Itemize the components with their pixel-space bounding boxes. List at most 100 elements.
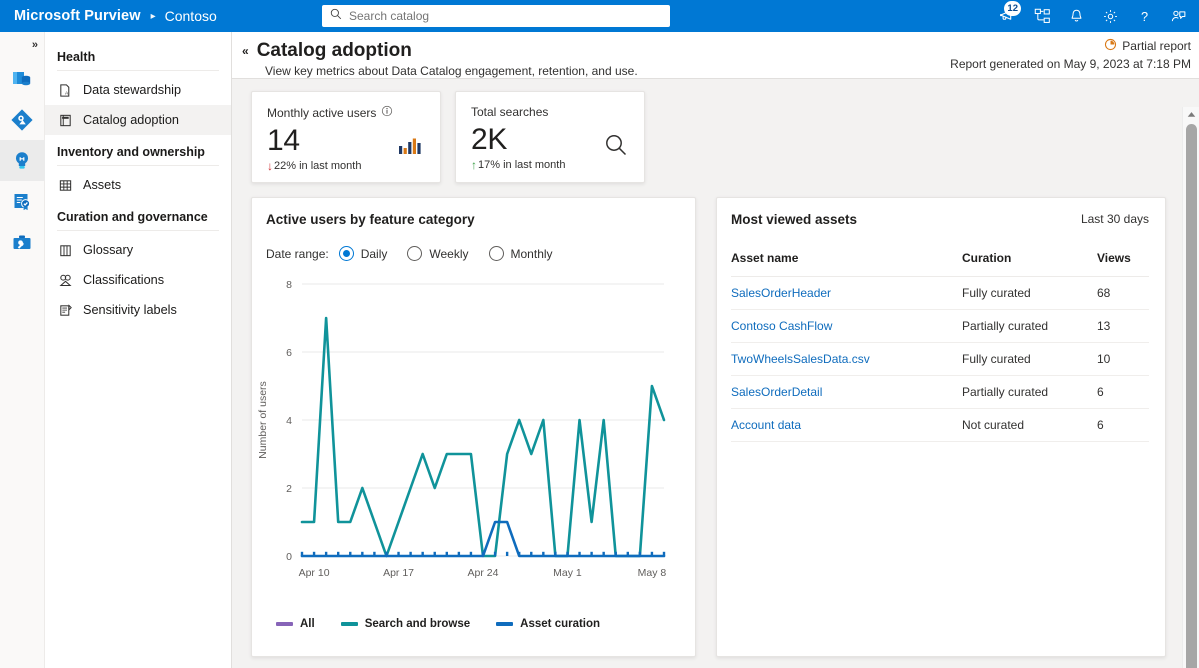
vertical-scrollbar[interactable] (1182, 107, 1199, 668)
page-header: « Catalog adoption View key metrics abou… (232, 32, 1199, 78)
legend-item-asset-curation[interactable]: Asset curation (496, 618, 600, 630)
svg-text:Apr 24: Apr 24 (468, 567, 499, 579)
search-input[interactable] (349, 9, 662, 23)
radio-daily[interactable]: Daily (339, 246, 388, 261)
data-map-icon[interactable] (1025, 0, 1059, 32)
asset-link[interactable]: Account data (731, 418, 801, 432)
cell-asset-name: Account data (731, 409, 962, 442)
cell-asset-name: Contoso CashFlow (731, 310, 962, 343)
table-row: Account dataNot curated6 (731, 409, 1149, 442)
line-chart[interactable]: 02468Number of usersApr 10Apr 17Apr 24Ma… (252, 272, 695, 607)
sidebar-item-sensitivity-labels[interactable]: Sensitivity labels (45, 295, 231, 325)
dashboard-content: Monthly active users 14 ↓ 22% in last mo… (232, 79, 1199, 668)
nav-divider (57, 70, 219, 71)
brand-title[interactable]: Microsoft Purview (0, 8, 141, 24)
column-header-curation[interactable]: Curation (962, 251, 1097, 277)
svg-text:Apr 17: Apr 17 (383, 567, 414, 579)
notifications-bell-icon[interactable] (1059, 0, 1093, 32)
svg-text:Number of users: Number of users (257, 381, 269, 459)
rail-item-data-map[interactable] (0, 99, 45, 140)
kpi-delta-text: 22% in last month (274, 160, 361, 172)
search-icon (330, 7, 342, 25)
legend-label: Search and browse (365, 618, 470, 630)
svg-text:4: 4 (286, 415, 292, 427)
cell-views: 10 (1097, 343, 1149, 376)
column-header-views[interactable]: Views (1097, 251, 1149, 277)
radio-label: Daily (361, 247, 388, 261)
cell-curation: Fully curated (962, 343, 1097, 376)
radio-monthly[interactable]: Monthly (489, 246, 553, 261)
legend-item-search-and-browse[interactable]: Search and browse (341, 618, 470, 630)
cell-asset-name: SalesOrderHeader (731, 277, 962, 310)
sidebar-item-catalog-adoption[interactable]: Catalog adoption (45, 105, 231, 135)
arrow-up-icon: ↑ (471, 158, 477, 172)
legend-swatch (341, 622, 358, 626)
rail-item-management[interactable] (0, 222, 45, 263)
legend-item-all[interactable]: All (276, 618, 315, 630)
tenant-name[interactable]: Contoso (165, 8, 217, 24)
main-content: « Catalog adoption View key metrics abou… (232, 32, 1199, 668)
svg-text:May 8: May 8 (638, 567, 667, 579)
suite-icon-group: 12 ? (991, 0, 1195, 32)
kpi-card-monthly-active-users[interactable]: Monthly active users 14 ↓ 22% in last mo… (251, 91, 441, 183)
table-header-row: Asset name Curation Views (731, 251, 1149, 277)
left-icon-rail: » (0, 32, 45, 668)
scrollbar-thumb[interactable] (1186, 124, 1197, 668)
rail-item-data-policy[interactable] (0, 181, 45, 222)
search-catalog-box[interactable] (322, 5, 670, 27)
rail-expand-row: » (0, 32, 44, 58)
sidebar-item-data-stewardship[interactable]: A Data stewardship (45, 75, 231, 105)
info-icon[interactable] (381, 105, 393, 120)
asset-link[interactable]: Contoso CashFlow (731, 319, 832, 333)
cell-asset-name: TwoWheelsSalesData.csv (731, 343, 962, 376)
sidebar-item-label: Catalog adoption (83, 113, 179, 127)
column-header-asset-name[interactable]: Asset name (731, 251, 962, 277)
table-row: TwoWheelsSalesData.csv Fully curated10 (731, 343, 1149, 376)
cell-asset-name: SalesOrderDetail (731, 376, 962, 409)
expand-chevron-icon[interactable]: » (32, 39, 38, 51)
cell-curation: Fully curated (962, 277, 1097, 310)
sidebar-item-label: Glossary (83, 243, 133, 257)
suite-bar: Microsoft Purview ▸ Contoso 12 ? (0, 0, 1199, 32)
collapse-nav-chevron-icon[interactable]: « (242, 44, 249, 58)
partial-report-status: Partial report (950, 38, 1191, 54)
nav-divider (57, 165, 219, 166)
legend-swatch (276, 622, 293, 626)
cell-views: 68 (1097, 277, 1149, 310)
classifications-icon (57, 273, 73, 288)
rail-item-data-insights[interactable] (0, 140, 45, 181)
date-range-label: Date range: (266, 247, 329, 261)
kpi-title: Total searches (471, 105, 548, 119)
sidebar-item-assets[interactable]: Assets (45, 170, 231, 200)
kpi-delta: ↓ 22% in last month (267, 159, 425, 173)
svg-text:8: 8 (286, 279, 292, 291)
kpi-title: Monthly active users (267, 106, 376, 120)
sidebar-item-classifications[interactable]: Classifications (45, 265, 231, 295)
kpi-card-row: Monthly active users 14 ↓ 22% in last mo… (251, 91, 1185, 183)
rail-item-data-catalog[interactable] (0, 58, 45, 99)
kpi-card-total-searches[interactable]: Total searches 2K ↑ 17% in last month (455, 91, 645, 183)
legend-label: All (300, 618, 315, 630)
kpi-title-row: Total searches (471, 105, 629, 119)
feedback-person-icon[interactable] (1161, 0, 1195, 32)
active-users-chart-panel: Active users by feature category Date ra… (251, 197, 696, 657)
settings-gear-icon[interactable] (1093, 0, 1127, 32)
glossary-icon (57, 243, 73, 258)
kpi-delta-text: 17% in last month (478, 159, 565, 171)
help-question-icon[interactable]: ? (1127, 0, 1161, 32)
asset-link[interactable]: SalesOrderDetail (731, 385, 822, 399)
asset-link[interactable]: TwoWheelsSalesData.csv (731, 352, 870, 366)
radio-weekly[interactable]: Weekly (407, 246, 468, 261)
page-header-right: Partial report Report generated on May 9… (950, 38, 1191, 71)
management-icon (10, 231, 34, 255)
data-insights-icon (10, 149, 34, 173)
table-row: SalesOrderDetailPartially curated6 (731, 376, 1149, 409)
asset-link[interactable]: SalesOrderHeader (731, 286, 831, 300)
sidebar-item-glossary[interactable]: Glossary (45, 235, 231, 265)
sidebar-item-label: Data stewardship (83, 83, 181, 97)
legend-swatch (496, 622, 513, 626)
scroll-up-arrow-icon[interactable] (1183, 107, 1199, 122)
announcements-icon[interactable]: 12 (991, 0, 1025, 32)
chart-canvas[interactable]: 02468Number of usersApr 10Apr 17Apr 24Ma… (252, 272, 682, 602)
search-magnifier-icon (602, 132, 630, 165)
